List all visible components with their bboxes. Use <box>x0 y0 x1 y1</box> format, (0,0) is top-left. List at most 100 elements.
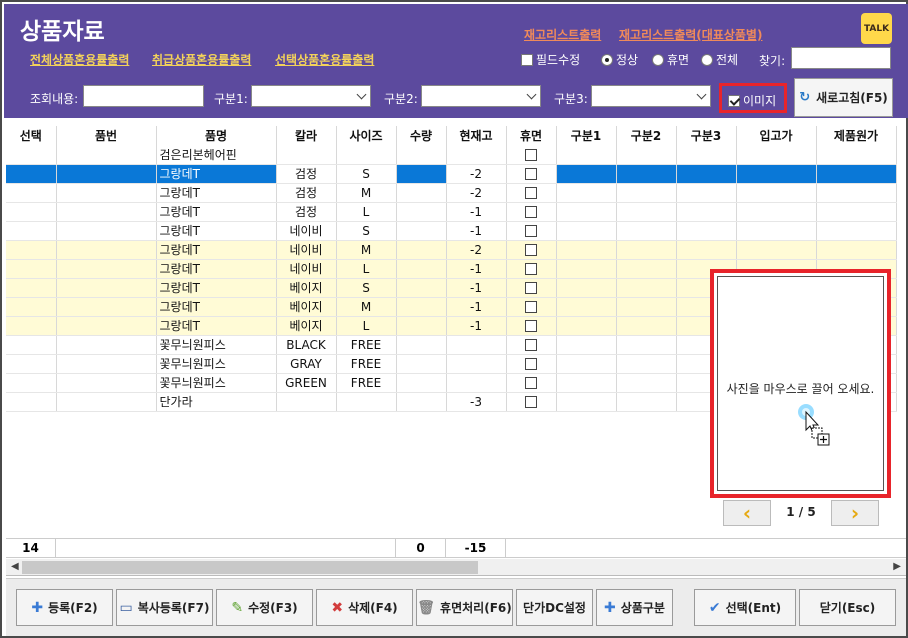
scroll-left-icon[interactable]: ◀ <box>11 561 19 572</box>
qty-cell[interactable] <box>396 354 447 374</box>
kakao-talk-icon[interactable]: TALK <box>861 13 892 44</box>
scroll-right-icon[interactable]: ▶ <box>893 561 901 572</box>
select-cell[interactable] <box>6 392 57 412</box>
select-cell[interactable] <box>6 354 57 374</box>
refresh-button[interactable]: ↻ 새로고침(F5) <box>794 78 893 117</box>
name-cell[interactable]: 꽃무늬원피스 <box>156 354 277 374</box>
column-header[interactable]: 휴면 <box>506 126 557 145</box>
stock-cell[interactable]: -1 <box>446 259 507 279</box>
category1-select[interactable] <box>251 85 371 107</box>
cat3-cell[interactable] <box>676 221 737 241</box>
cat1-cell[interactable] <box>556 316 617 336</box>
product-category-button[interactable]: ✚ 상품구분 <box>596 589 673 626</box>
column-header[interactable]: 현재고 <box>446 126 507 145</box>
cat2-cell[interactable] <box>616 183 677 203</box>
cat2-cell[interactable] <box>616 202 677 222</box>
cat2-cell[interactable] <box>616 259 677 279</box>
size-cell[interactable]: M <box>336 297 397 317</box>
prev-image-button[interactable]: ‹ <box>723 500 771 526</box>
color-cell[interactable]: 검정 <box>276 202 337 222</box>
column-header[interactable]: 수량 <box>396 126 447 145</box>
code-cell[interactable] <box>56 240 157 260</box>
qty-cell[interactable] <box>396 221 447 241</box>
scroll-thumb[interactable] <box>22 561 478 574</box>
select-cell[interactable] <box>6 259 57 279</box>
stock-cell[interactable] <box>446 335 507 355</box>
column-header[interactable]: 사이즈 <box>336 126 397 145</box>
dormant-checkbox[interactable] <box>525 301 537 313</box>
name-cell[interactable]: 그랑데T <box>156 164 277 184</box>
cost-in-cell[interactable] <box>736 164 817 184</box>
cat2-cell[interactable] <box>616 354 677 374</box>
cost-cell[interactable] <box>816 145 897 165</box>
qty-cell[interactable] <box>396 202 447 222</box>
column-header[interactable]: 품번 <box>56 126 157 145</box>
qty-cell[interactable] <box>396 316 447 336</box>
qty-cell[interactable] <box>396 183 447 203</box>
dormant-checkbox[interactable] <box>525 320 537 332</box>
cost-cell[interactable] <box>816 202 897 222</box>
select-cell[interactable] <box>6 183 57 203</box>
select-button[interactable]: ✔ 선택(Ent) <box>694 589 796 626</box>
cost-in-cell[interactable] <box>736 240 817 260</box>
color-cell[interactable]: 검정 <box>276 164 337 184</box>
radio-all-dot[interactable] <box>701 53 713 66</box>
cat2-cell[interactable] <box>616 392 677 412</box>
code-cell[interactable] <box>56 145 157 165</box>
field-edit-box[interactable] <box>521 53 533 66</box>
radio-dormant[interactable]: 휴면 <box>652 51 689 68</box>
color-cell[interactable]: 검정 <box>276 183 337 203</box>
select-cell[interactable] <box>6 335 57 355</box>
size-cell[interactable]: FREE <box>336 354 397 374</box>
qty-cell[interactable] <box>396 392 447 412</box>
size-cell[interactable]: S <box>336 164 397 184</box>
cost-in-cell[interactable] <box>736 145 817 165</box>
name-cell[interactable]: 그랑데T <box>156 183 277 203</box>
table-row[interactable]: 그랑데T 네이비 M -2 <box>6 240 897 260</box>
code-cell[interactable] <box>56 316 157 336</box>
edit-button[interactable]: ✎ 수정(F3) <box>216 589 313 626</box>
name-cell[interactable]: 단가라 <box>156 392 277 412</box>
qty-cell[interactable] <box>396 240 447 260</box>
dormant-checkbox[interactable] <box>525 358 537 370</box>
image-toggle-highlight[interactable]: 이미지 <box>719 83 787 113</box>
size-cell[interactable]: M <box>336 240 397 260</box>
code-cell[interactable] <box>56 392 157 412</box>
qty-cell[interactable] <box>396 373 447 393</box>
cat1-cell[interactable] <box>556 240 617 260</box>
price-dc-button[interactable]: 단가DC설정 <box>516 589 593 626</box>
cat1-cell[interactable] <box>556 278 617 298</box>
select-cell[interactable] <box>6 297 57 317</box>
name-cell[interactable]: 그랑데T <box>156 259 277 279</box>
select-cell[interactable] <box>6 202 57 222</box>
stock-cell[interactable] <box>446 354 507 374</box>
radio-dormant-dot[interactable] <box>652 53 664 66</box>
color-cell[interactable]: 베이지 <box>276 316 337 336</box>
dormant-checkbox[interactable] <box>525 225 537 237</box>
cost-in-cell[interactable] <box>736 221 817 241</box>
dormant-checkbox[interactable] <box>525 168 537 180</box>
column-header[interactable]: 칼라 <box>276 126 337 145</box>
name-cell[interactable]: 검은리본헤어핀 <box>156 145 277 165</box>
select-cell[interactable] <box>6 316 57 336</box>
cat1-cell[interactable] <box>556 392 617 412</box>
code-cell[interactable] <box>56 335 157 355</box>
select-cell[interactable] <box>6 373 57 393</box>
color-cell[interactable]: 베이지 <box>276 278 337 298</box>
cat2-cell[interactable] <box>616 164 677 184</box>
find-input[interactable] <box>791 47 891 69</box>
delete-button[interactable]: ✖ 삭제(F4) <box>316 589 413 626</box>
dormant-checkbox[interactable] <box>525 263 537 275</box>
table-row[interactable]: 그랑데T 검정 L -1 <box>6 202 897 222</box>
cat1-cell[interactable] <box>556 373 617 393</box>
cost-cell[interactable] <box>816 164 897 184</box>
code-cell[interactable] <box>56 373 157 393</box>
cat3-cell[interactable] <box>676 202 737 222</box>
dormant-checkbox[interactable] <box>525 339 537 351</box>
cost-cell[interactable] <box>816 221 897 241</box>
cat1-cell[interactable] <box>556 164 617 184</box>
cat3-cell[interactable] <box>676 183 737 203</box>
image-checkbox[interactable]: 이미지 <box>728 92 776 109</box>
code-cell[interactable] <box>56 183 157 203</box>
qty-cell[interactable] <box>396 259 447 279</box>
